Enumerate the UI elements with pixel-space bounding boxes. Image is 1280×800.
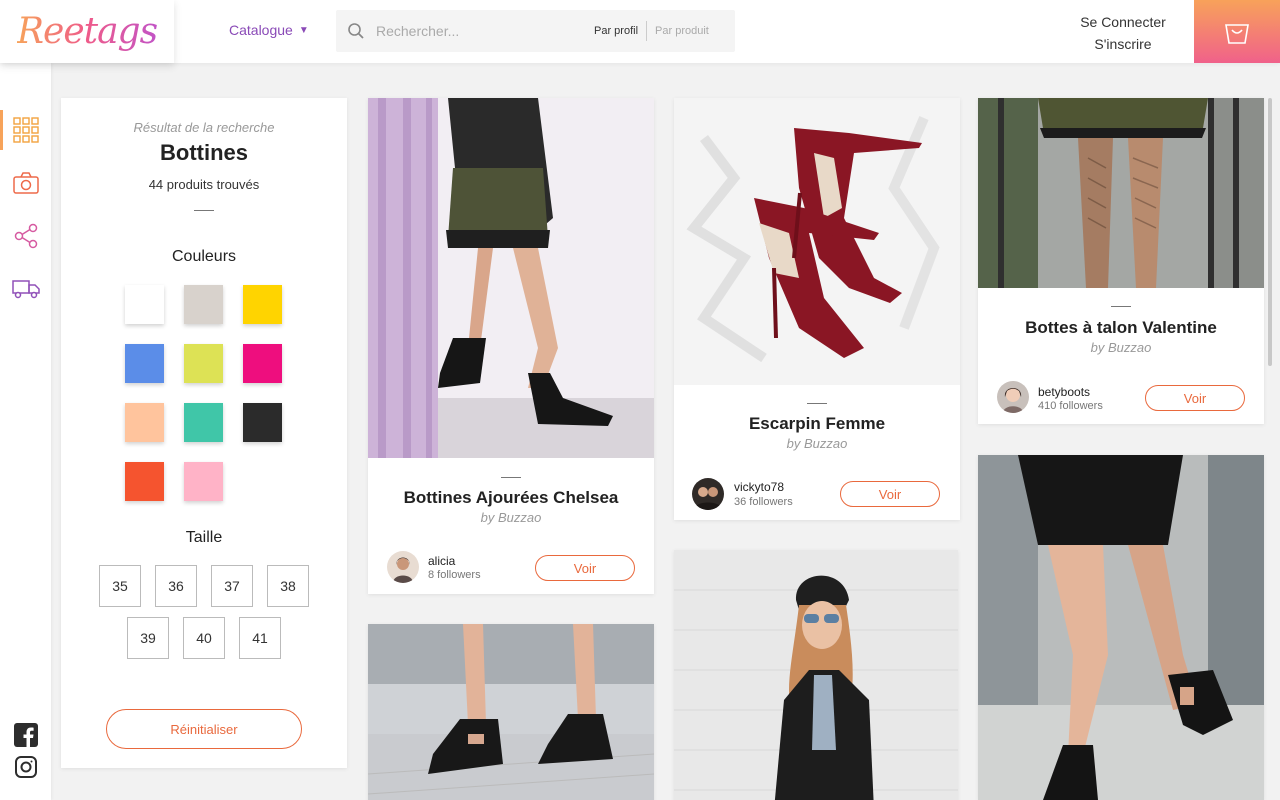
login-link[interactable]: Se Connecter [1068,11,1178,33]
search-bar: Par profil Par produit [336,10,735,52]
color-swatch-magenta[interactable] [243,344,282,383]
auth-links: Se Connecter S'inscrire [1068,11,1178,55]
divider [501,477,521,478]
divider [194,210,214,211]
product-photo[interactable] [368,98,654,458]
avatar[interactable] [692,478,724,510]
user-followers: 36 followers [734,496,793,508]
size-option[interactable]: 41 [239,617,281,659]
shopping-bag-icon [1225,23,1249,44]
product-photo[interactable] [978,455,1264,800]
rail-item-grid[interactable] [0,110,51,150]
caret-down-icon: ▼ [298,24,309,36]
catalogue-menu[interactable]: Catalogue ▼ [229,22,309,38]
product-card[interactable]: Bottines Ajourées Chelsea by Buzzao alic… [368,98,654,594]
facebook-icon [14,723,38,747]
color-swatch-blue[interactable] [125,344,164,383]
filter-panel: Résultat de la recherche Bottines 44 pro… [61,98,347,768]
product-card[interactable]: Bottes à talon Valentine by Buzzao betyb… [978,98,1264,424]
user-followers: 410 followers [1038,400,1103,412]
colors-title: Couleurs [171,248,237,265]
product-brand: by Buzzao [480,510,542,525]
color-swatch-pink[interactable] [184,462,223,501]
color-swatch-orange[interactable] [125,462,164,501]
logo[interactable]: Reetags [0,0,174,63]
size-option[interactable]: 40 [183,617,225,659]
user-followers: 8 followers [428,569,481,581]
color-swatch-lime[interactable] [184,344,223,383]
reset-button[interactable]: Réinitialiser [106,709,302,749]
product-photo[interactable] [674,98,960,385]
cart-button[interactable] [1194,0,1280,63]
size-title: Taille [185,529,223,546]
search-mode-product[interactable]: Par produit [646,21,717,41]
rail-item-camera[interactable] [0,163,51,203]
search-mode-profile[interactable]: Par profil [586,21,646,41]
search-icon[interactable] [336,22,376,40]
product-title[interactable]: Bottines Ajourées Chelsea [368,488,654,508]
product-brand: by Buzzao [1090,340,1152,355]
product-photo[interactable] [368,624,654,800]
rail-item-delivery[interactable] [0,269,51,309]
product-card[interactable] [368,624,654,800]
product-photo[interactable] [978,98,1264,288]
signup-link[interactable]: S'inscrire [1068,33,1178,55]
product-title[interactable]: Escarpin Femme [674,414,960,434]
size-option[interactable]: 38 [267,565,309,607]
avatar[interactable] [387,551,419,583]
product-brand: by Buzzao [786,436,848,451]
size-option[interactable]: 39 [127,617,169,659]
grid-icon [12,117,39,143]
results-count: 44 produits trouvés [148,177,260,192]
product-title[interactable]: Bottes à talon Valentine [978,318,1264,338]
product-card[interactable] [674,550,958,800]
voir-button[interactable]: Voir [535,555,635,581]
share-icon [14,223,37,249]
user-name[interactable]: alicia [428,554,455,568]
product-card[interactable] [978,455,1264,800]
results-kicker: Résultat de la recherche [133,120,275,135]
avatar[interactable] [997,381,1029,413]
color-swatch-beige[interactable] [184,285,223,324]
facebook-link[interactable] [14,723,38,747]
voir-button[interactable]: Voir [840,481,940,507]
product-photo[interactable] [674,550,958,800]
color-swatch-yellow[interactable] [243,285,282,324]
color-swatch-black[interactable] [243,403,282,442]
truck-icon [11,280,40,299]
instagram-icon [15,756,37,778]
user-name[interactable]: betyboots [1038,385,1090,399]
results-title: Bottines [160,140,248,165]
rail-item-share[interactable] [0,216,51,256]
instagram-link[interactable] [14,755,38,779]
top-header: Reetags Catalogue ▼ Par profil Par produ… [0,0,1280,63]
size-option[interactable]: 36 [155,565,197,607]
left-rail [0,63,51,800]
color-swatch-peach[interactable] [125,403,164,442]
voir-button[interactable]: Voir [1145,385,1245,411]
divider [807,403,827,404]
size-option[interactable]: 35 [99,565,141,607]
user-name[interactable]: vickyto78 [734,480,784,494]
scrollbar[interactable] [1268,98,1272,366]
color-swatch-white[interactable] [125,285,164,324]
size-option[interactable]: 37 [211,565,253,607]
camera-icon [12,172,39,194]
product-card[interactable]: Escarpin Femme by Buzzao vickyto78 36 fo… [674,98,960,520]
divider [1111,306,1131,307]
catalogue-label: Catalogue [229,22,293,38]
color-swatch-teal[interactable] [184,403,223,442]
logo-text: Reetags [16,11,158,52]
search-input[interactable] [376,23,586,39]
